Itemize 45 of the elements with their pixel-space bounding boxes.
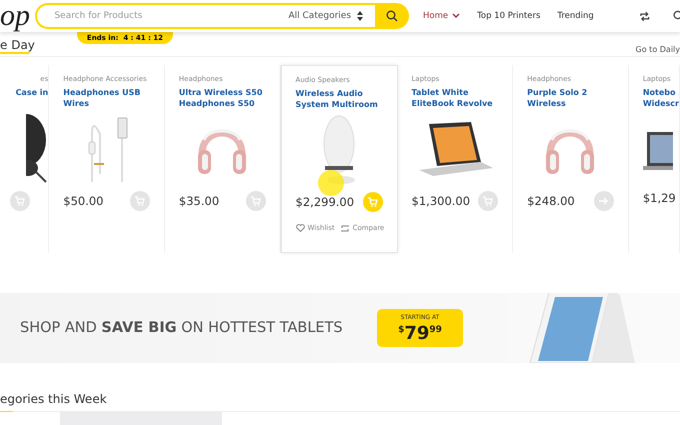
add-to-cart-button[interactable] xyxy=(478,191,498,211)
nav-link[interactable]: Home xyxy=(423,11,460,21)
add-to-cart-button[interactable] xyxy=(362,192,383,212)
heart-icon xyxy=(296,224,305,232)
search-field[interactable]: Search for Products xyxy=(35,3,276,29)
refresh-icon[interactable] xyxy=(638,10,650,22)
search-button[interactable] xyxy=(375,3,410,29)
daily-deals-link[interactable]: Go to Daily xyxy=(636,45,680,54)
product-name[interactable]: Purple Solo 2 Wireless xyxy=(527,87,614,111)
banner-headline: SHOP AND SAVE BIG ON HOTTEST TABLETS xyxy=(20,320,344,336)
product-name[interactable]: Notebo Widescr xyxy=(642,87,679,111)
product-name[interactable]: Ultra Wireless S50 Headphones S50 xyxy=(178,87,266,111)
arrow-right-icon xyxy=(598,197,609,205)
section-title: e Day xyxy=(0,38,35,52)
product-price: $50.00 xyxy=(63,194,104,208)
search-icon[interactable] xyxy=(672,10,680,22)
store-logo[interactable]: op xyxy=(0,1,36,31)
product-price: $35.00 xyxy=(178,194,220,208)
details-button[interactable] xyxy=(594,191,614,211)
cart-icon xyxy=(483,196,494,206)
product-name[interactable]: Tablet White EliteBook Revolve xyxy=(412,87,498,111)
cart-icon xyxy=(15,196,26,206)
section-title: egories this Week xyxy=(0,392,107,406)
product-price: $1,300.00 xyxy=(412,194,470,208)
compare-icon xyxy=(340,224,350,232)
product-name[interactable]: Case in xyxy=(16,87,48,111)
add-to-cart-button[interactable] xyxy=(130,191,150,211)
badge-price: $^{$}$79$^{99}$ xyxy=(398,322,442,342)
nav-link[interactable]: Trending xyxy=(557,11,594,21)
product-name[interactable]: Wireless Audio System Multiroom xyxy=(296,88,383,112)
nav-link[interactable]: Top 10 Printers xyxy=(477,11,540,21)
product-price: $2,299.00 xyxy=(296,195,354,209)
search-icon xyxy=(386,10,398,22)
cart-icon xyxy=(250,196,261,206)
product-name[interactable]: Headphones USB Wires xyxy=(63,87,150,111)
product-price: $1,29 xyxy=(642,191,676,205)
category-select[interactable]: All Categories xyxy=(276,3,376,29)
add-to-cart-button[interactable] xyxy=(10,191,30,211)
product-price: $248.00 xyxy=(527,194,575,208)
cart-icon xyxy=(368,197,378,207)
cursor-highlight xyxy=(318,170,344,196)
headphone-case-drawing xyxy=(26,114,48,184)
add-to-cart-button[interactable] xyxy=(246,191,266,211)
sort-arrows-icon xyxy=(357,11,364,21)
cart-icon xyxy=(134,196,145,206)
